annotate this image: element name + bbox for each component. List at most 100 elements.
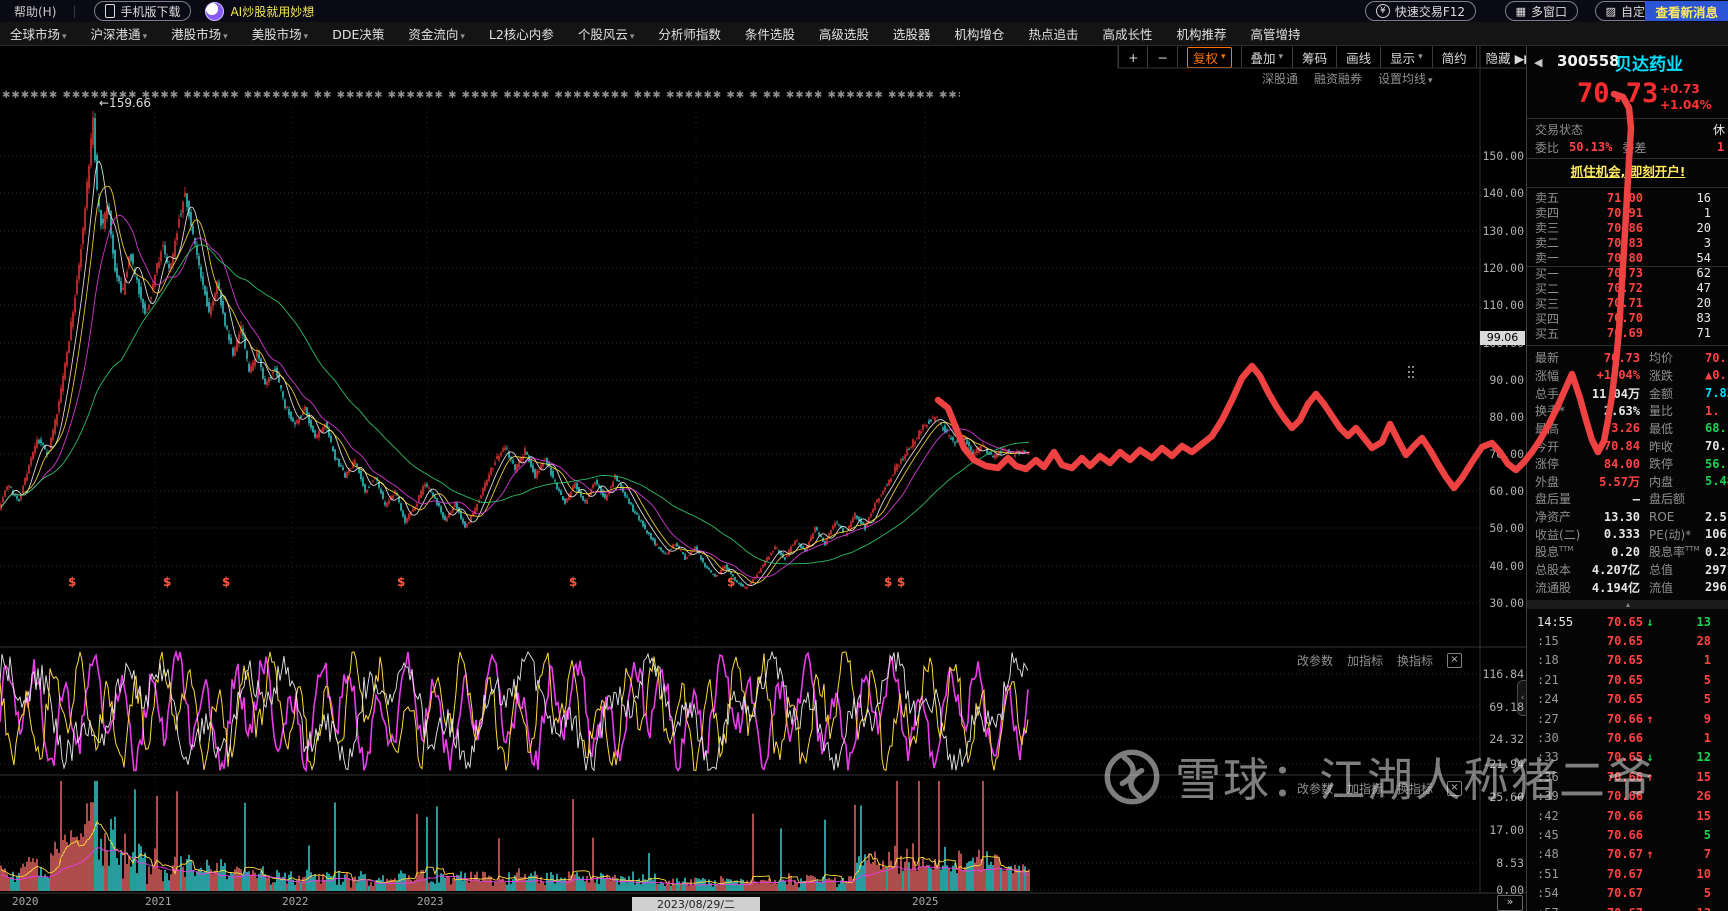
stats-row: 总手 11.04万金额 7.83 — [1527, 384, 1728, 402]
ask-row-4[interactable]: 卖四 70.91 1 — [1527, 205, 1728, 221]
ai-promo-link[interactable]: AI炒股就用妙想 — [230, 3, 314, 20]
menu-item-15[interactable]: 高成长性 — [1102, 24, 1152, 43]
stats-row: 涨停 84.00 跌停 56. — [1527, 455, 1728, 473]
tick-row: :51 70.67 10 — [1527, 864, 1728, 883]
bid-row-1[interactable]: 买一 70.73 62 — [1527, 265, 1728, 281]
tick-direction-icon: ↑ — [1646, 711, 1654, 726]
bid-row-5[interactable]: 买五 70.69 71 — [1527, 326, 1728, 341]
chevron-down-icon: ▾ — [62, 32, 67, 42]
tick-price: 70.65 — [1606, 672, 1643, 687]
ask-row-5[interactable]: 卖五 71.00 16 — [1527, 190, 1728, 206]
divider — [1527, 266, 1728, 267]
tick-row: :39 70.66 26 — [1527, 787, 1728, 806]
stat-label: 涨停 — [1535, 457, 1560, 472]
tick-row: :5770.67 13 — [1527, 903, 1728, 911]
chevron-down-icon: ▾ — [629, 32, 635, 42]
menu-item-1[interactable]: 全球市场 ▾ — [10, 24, 67, 43]
indicator-action-换指标[interactable]: 换指标 — [1397, 780, 1433, 797]
multi-window-button[interactable]: ▦ 多窗口 — [1504, 1, 1578, 21]
bid-row-3[interactable]: 买三 70.71 20 — [1527, 296, 1728, 311]
chevron-down-icon: ▾ — [223, 32, 228, 42]
stat-label: 今开 — [1535, 439, 1560, 454]
menu-item-6[interactable]: 资金流向 ▾ — [408, 24, 465, 43]
menu-item-7[interactable]: L2核心内参 — [489, 24, 554, 43]
stat-label: 总值 — [1649, 563, 1674, 577]
tick-trade-list[interactable]: 14:55 70.65 ↓ 13:15 70.65 28:18 70.65 1:21 70.65… — [1527, 612, 1728, 911]
bid-row-4[interactable]: 买四 70.70 83 — [1527, 311, 1728, 326]
help-menu[interactable]: 帮助(H) — [14, 3, 56, 20]
tick-direction-icon: ↑ — [1646, 847, 1654, 862]
open-account-link[interactable]: 抓住机会, 即刻开户! — [1527, 161, 1728, 180]
menu-item-9[interactable]: 分析师指数 — [658, 24, 721, 43]
tick-time: :33 — [1537, 750, 1559, 765]
ask-row-2[interactable]: 卖二 70.83 3 — [1527, 235, 1728, 251]
menu-item-17[interactable]: 高管增持 — [1250, 24, 1300, 43]
stat-value: — — [1632, 491, 1640, 506]
tick-price: 70.65 — [1606, 653, 1643, 668]
stats-row: 净资产 13.30 ROE 2.5 — [1527, 508, 1728, 526]
quick-trade-button[interactable]: ¥ 快速交易F12 — [1364, 1, 1476, 21]
svg-text:$: $ — [727, 575, 735, 589]
bid-row-2[interactable]: 买二 70.72 47 — [1527, 281, 1728, 296]
ask-row-4-count: 1 — [1703, 205, 1711, 220]
back-arrow-icon[interactable]: ◀ — [1534, 56, 1542, 69]
axis-label: 17.00 — [1489, 823, 1524, 837]
ask-row-5-count: 16 — [1696, 190, 1711, 205]
tick-volume: 28 — [1696, 634, 1711, 649]
stat-label: 跌停 — [1649, 457, 1674, 472]
axis-label: 130.00 — [1482, 224, 1524, 238]
stat-label: 昨收 — [1649, 439, 1674, 454]
ask-row-3[interactable]: 卖三 70.86 20 — [1527, 220, 1728, 236]
phone-icon — [105, 4, 116, 18]
menu-item-11[interactable]: 高级选股 — [819, 24, 869, 43]
menu-item-5[interactable]: DDE决策 — [332, 24, 384, 43]
indicator-action-加指标[interactable]: 加指标 — [1347, 652, 1383, 669]
menu-item-12[interactable]: 选股器 — [893, 24, 931, 43]
axis-label: -21.94 — [1482, 757, 1524, 771]
menu-item-3[interactable]: 港股市场 ▾ — [171, 24, 228, 43]
tick-price: 70.66 — [1606, 711, 1643, 726]
indicator-action-改参数[interactable]: 改参数 — [1297, 780, 1333, 797]
tick-row: :21 70.65 5 — [1527, 670, 1728, 689]
tick-direction-icon: ↓ — [1646, 614, 1654, 629]
divider — [1527, 158, 1728, 159]
grid-icon: ▦ — [1515, 4, 1526, 18]
menu-item-16[interactable]: 机构推荐 — [1176, 24, 1226, 43]
tick-row: :30 70.66 1 — [1527, 728, 1728, 747]
menu-item-2[interactable]: 沪深港通 ▾ — [91, 24, 148, 43]
bid-row-5-price: 70.69 — [1606, 326, 1643, 341]
stat-label: 涨跌 — [1649, 368, 1674, 383]
indicator-action-换指标[interactable]: 换指标 — [1397, 652, 1433, 669]
collapse-stats-bar[interactable]: ▴ — [1527, 600, 1728, 609]
indicator-action-改参数[interactable]: 改参数 — [1297, 652, 1333, 669]
indicator-action-加指标[interactable]: 加指标 — [1347, 780, 1383, 797]
stat-value: 7.83 — [1705, 386, 1728, 401]
stat-label: 最低 — [1649, 421, 1674, 436]
menu-item-4[interactable]: 美股市场 ▾ — [252, 24, 309, 43]
stats-row: 流通股 4.194亿流值 296.6 — [1527, 578, 1728, 596]
mobile-download-button[interactable]: 手机版下载 — [94, 1, 192, 21]
peak-price-annotation: ←159.66 — [99, 96, 152, 110]
menu-item-13[interactable]: 机构增仓 — [954, 24, 1004, 43]
menu-item-10[interactable]: 条件选股 — [745, 24, 795, 43]
svg-text:$: $ — [163, 575, 171, 589]
axis-label: 50.00 — [1489, 521, 1524, 535]
new-message-button[interactable]: 查看新消息 — [1645, 1, 1728, 21]
weibi-row: 委比 50.13% 委差 1 — [1527, 138, 1728, 156]
tick-price: 70.66 — [1606, 827, 1643, 842]
tick-time: :15 — [1537, 634, 1559, 649]
menu-item-8[interactable]: 个股风云 ▾ — [578, 24, 635, 43]
stats-row: 总股本 4.207亿总值 297.6 — [1527, 561, 1728, 579]
ask-row-1[interactable]: 卖一 70.80 54 — [1527, 250, 1728, 266]
stats-row: 今开 70.84 昨收 70. — [1527, 437, 1728, 455]
tick-price: 70.67 — [1606, 866, 1643, 881]
axis-label: 25.60 — [1489, 790, 1524, 804]
svg-text:$: $ — [222, 575, 230, 589]
tick-volume: 7 — [1703, 847, 1711, 862]
tick-row: :27 70.66 ↑ 9 — [1527, 709, 1728, 728]
chevron-down-icon: ▾ — [460, 32, 465, 42]
close-indicator-icon[interactable]: × — [1447, 781, 1462, 796]
menu-item-14[interactable]: 热点追击 — [1028, 24, 1078, 43]
close-indicator-icon[interactable]: × — [1447, 653, 1462, 668]
stock-name: 贝达药业 — [1615, 55, 1683, 75]
